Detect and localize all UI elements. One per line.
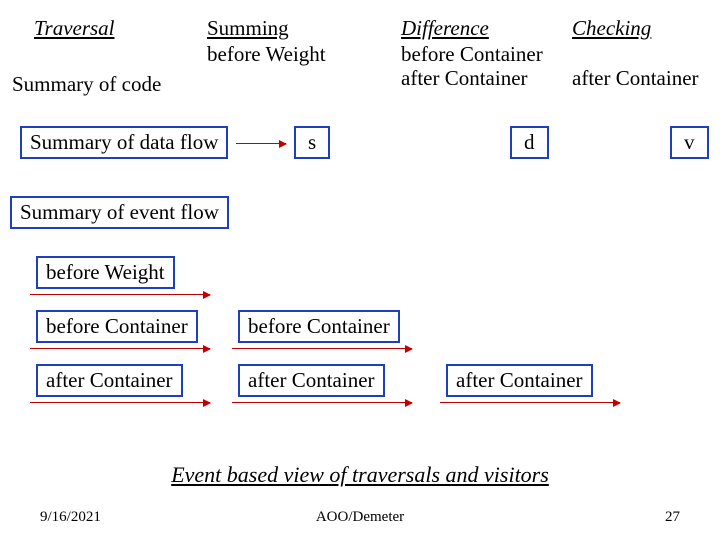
arrow-icon [440,402,620,403]
box-summary-of-event-flow: Summary of event flow [10,196,229,229]
heading-checking: Checking [572,16,651,41]
arrow-icon [236,143,286,144]
label-summary-of-code: Summary of code [12,72,161,97]
label-after-container-mid: after Container [248,368,375,392]
box-summary-of-event-flow-label: Summary of event flow [20,200,219,224]
box-after-container-left: after Container [36,364,183,397]
arrow-icon [30,402,210,403]
box-after-container-right: after Container [446,364,593,397]
arrow-icon [232,402,412,403]
box-before-container-right: before Container [238,310,400,343]
box-d: d [510,126,549,159]
label-before-container-right: before Container [248,314,390,338]
box-summary-of-data-flow-label: Summary of data flow [30,130,218,154]
caption-text: Event based view of traversals and visit… [171,462,549,487]
caption: Event based view of traversals and visit… [0,462,720,488]
box-after-container-mid: after Container [238,364,385,397]
letter-d: d [524,130,535,154]
heading-summing: Summing [207,16,289,41]
letter-s: s [308,130,316,154]
box-summary-of-data-flow: Summary of data flow [20,126,228,159]
heading-difference-sub1: before Container [401,42,543,67]
label-after-container-right: after Container [456,368,583,392]
arrow-icon [30,348,210,349]
arrow-icon [232,348,412,349]
heading-traversal: Traversal [34,16,115,41]
footer-center: AOO/Demeter [316,509,404,526]
footer-date: 9/16/2021 [40,509,101,526]
label-after-container-left: after Container [46,368,173,392]
heading-checking-sub: after Container [572,66,699,91]
footer-page: 27 [665,509,680,526]
label-before-weight: before Weight [46,260,165,284]
footer: 9/16/2021 AOO/Demeter 27 [0,509,720,526]
box-before-container-left: before Container [36,310,198,343]
heading-summing-sub: before Weight [207,42,326,67]
letter-v: v [684,130,695,154]
box-s: s [294,126,330,159]
heading-difference: Difference [401,16,489,41]
label-before-container-left: before Container [46,314,188,338]
arrow-icon [30,294,210,295]
heading-difference-sub2: after Container [401,66,528,91]
box-v: v [670,126,709,159]
box-before-weight: before Weight [36,256,175,289]
